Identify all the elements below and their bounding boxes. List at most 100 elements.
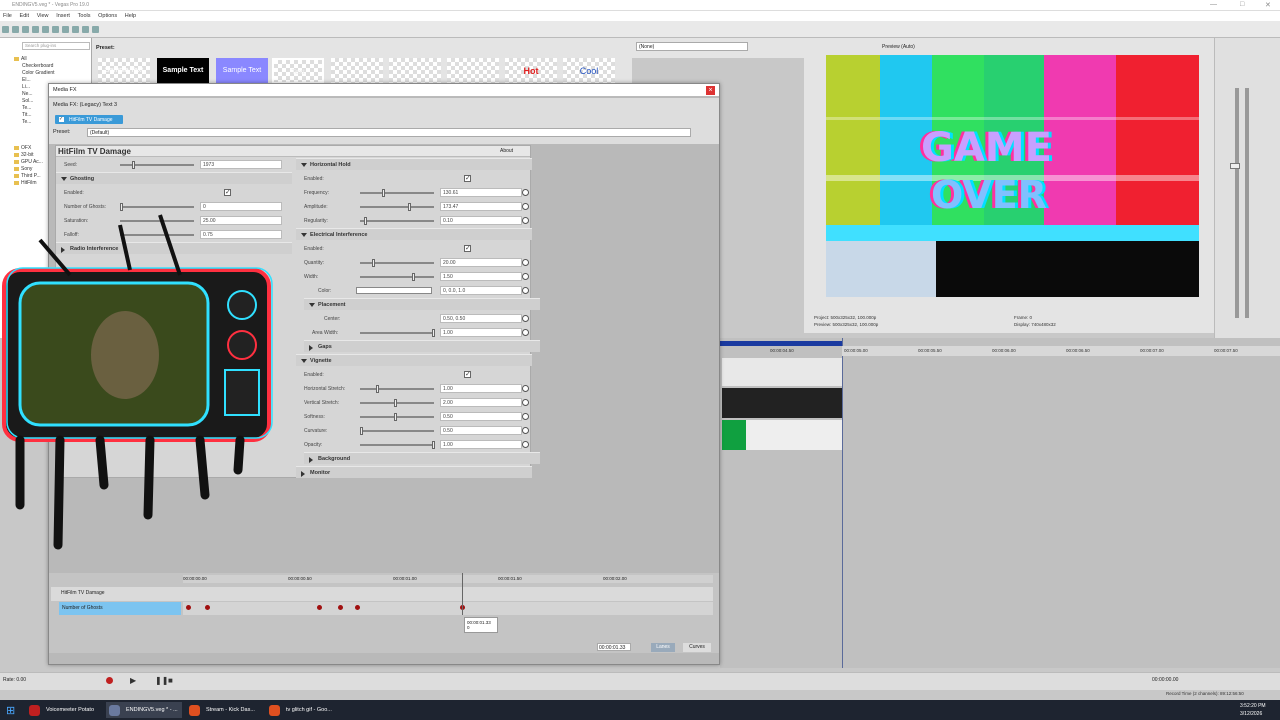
tree-item[interactable]: Ne...	[22, 91, 33, 97]
clip[interactable]	[722, 420, 746, 450]
keyframe-clock-icon[interactable]	[522, 217, 529, 224]
windows-start-icon[interactable]: ⊞	[6, 704, 15, 717]
keyframe-clock-icon[interactable]	[522, 427, 529, 434]
keyframe-clock-icon[interactable]	[522, 203, 529, 210]
preview-quality[interactable]: Preview (Auto)	[882, 44, 915, 50]
play-icon[interactable]: ▶	[130, 676, 136, 685]
vignette-enabled-checkbox[interactable]: ✓	[464, 371, 471, 378]
keyframe-clock-icon[interactable]	[522, 329, 529, 336]
tree-item[interactable]: Tit...	[22, 112, 32, 118]
hstretch-field[interactable]: 1.00	[440, 384, 522, 393]
quantity-field[interactable]: 20.00	[440, 258, 522, 267]
opacity-slider[interactable]	[432, 441, 435, 449]
paste-icon[interactable]	[72, 26, 79, 33]
section-background[interactable]: Background	[304, 452, 540, 464]
menu-tools[interactable]: Tools	[78, 13, 91, 19]
cut-icon[interactable]	[52, 26, 59, 33]
lanes-button[interactable]: Lanes	[651, 643, 675, 652]
undo-icon[interactable]	[82, 26, 89, 33]
section-electrical-interference[interactable]: Electrical Interference	[296, 228, 532, 240]
curvature-field[interactable]: 0.50	[440, 426, 522, 435]
master-fader[interactable]	[1230, 163, 1240, 169]
tree-item[interactable]: El...	[22, 77, 31, 83]
record-icon[interactable]	[106, 677, 113, 684]
frequency-field[interactable]: 130.61	[440, 188, 522, 197]
amplitude-field[interactable]: 173.47	[440, 202, 522, 211]
keyframe-marker[interactable]	[186, 605, 191, 610]
section-ghosting[interactable]: Ghosting	[56, 172, 292, 184]
hhold-enabled-checkbox[interactable]: ✓	[464, 175, 471, 182]
section-monitor[interactable]: Monitor	[296, 466, 532, 478]
tree-item[interactable]: Sol...	[22, 98, 33, 104]
tree-item[interactable]: Te...	[22, 105, 31, 111]
keyframe-marker[interactable]	[355, 605, 360, 610]
curves-button[interactable]: Curves	[683, 643, 711, 652]
maximize-icon[interactable]: □	[1240, 1, 1244, 8]
keyframe-clock-icon[interactable]	[522, 287, 529, 294]
tree-item[interactable]: All	[14, 56, 27, 62]
softness-field[interactable]: 0.50	[440, 412, 522, 421]
playhead[interactable]	[842, 338, 843, 668]
minimize-icon[interactable]: —	[1210, 1, 1217, 8]
tree-folder[interactable]: Third P...	[14, 173, 41, 179]
menu-view[interactable]: View	[37, 13, 49, 19]
menu-help[interactable]: Help	[125, 13, 136, 19]
clip[interactable]	[722, 358, 842, 386]
kf-time-field[interactable]: 00:00:01.33	[597, 643, 631, 651]
copy-icon[interactable]	[62, 26, 69, 33]
pause-icon[interactable]: ❚❚	[155, 676, 168, 685]
tree-item[interactable]: Li...	[22, 84, 30, 90]
stop-icon[interactable]: ■	[168, 676, 173, 685]
regularity-field[interactable]: 0.10	[440, 216, 522, 225]
clip[interactable]	[722, 388, 842, 418]
tree-item[interactable]: Te...	[22, 119, 31, 125]
width-slider[interactable]	[412, 273, 415, 281]
tree-folder[interactable]: HitFilm	[14, 180, 37, 186]
render-icon[interactable]	[32, 26, 39, 33]
center-field[interactable]: 0.50, 0.50	[440, 314, 522, 323]
fx-chain-item[interactable]: HitFilm TV Damage	[55, 115, 123, 124]
taskbar-voicemeeter[interactable]: Voicemeeter Potato	[26, 702, 100, 718]
section-horizontal-hold[interactable]: Horizontal Hold	[296, 158, 532, 170]
tree-folder[interactable]: GPU Ac...	[14, 159, 43, 165]
seed-field[interactable]: 1973	[200, 160, 282, 169]
seed-slider[interactable]	[132, 161, 135, 169]
keyframe-marker[interactable]	[317, 605, 322, 610]
preset-thumb[interactable]: Hot	[505, 58, 557, 84]
about-button[interactable]: About	[500, 148, 513, 154]
preset-thumb[interactable]: Sample Text	[157, 58, 209, 84]
fx-enabled-checkbox[interactable]: ✓	[59, 117, 64, 122]
tree-item[interactable]: Checkerboard	[22, 63, 53, 69]
menu-edit[interactable]: Edit	[20, 13, 29, 19]
keyframe-marker[interactable]	[205, 605, 210, 610]
color-field[interactable]: 0, 0.0, 1.0	[440, 286, 522, 295]
menu-file[interactable]: File	[3, 13, 12, 19]
width-field[interactable]: 1.50	[440, 272, 522, 281]
preset-thumb[interactable]: Cool	[563, 58, 615, 84]
tree-folder[interactable]: 32-bit	[14, 152, 34, 158]
elec-enabled-checkbox[interactable]: ✓	[464, 245, 471, 252]
redo-icon[interactable]	[92, 26, 99, 33]
amplitude-slider[interactable]	[408, 203, 411, 211]
section-gaps[interactable]: Gaps	[304, 340, 540, 352]
kf-param-number-of-ghosts[interactable]: Number of Ghosts	[59, 602, 181, 615]
quantity-slider[interactable]	[372, 259, 375, 267]
close-button[interactable]: ×	[706, 86, 715, 95]
preset-select[interactable]: (None)	[636, 42, 748, 51]
new-icon[interactable]	[2, 26, 9, 33]
preset-thumb[interactable]: Sample Text	[216, 58, 268, 84]
menu-options[interactable]: Options	[98, 13, 117, 19]
ghosting-enabled-checkbox[interactable]: ✓	[224, 189, 231, 196]
preset-thumb[interactable]	[447, 58, 499, 84]
section-vignette[interactable]: Vignette	[296, 354, 532, 366]
menu-insert[interactable]: Insert	[56, 13, 70, 19]
close-icon[interactable]: ✕	[1265, 1, 1271, 9]
preset-thumb[interactable]: Sample Text	[98, 58, 150, 84]
keyframe-clock-icon[interactable]	[522, 259, 529, 266]
frequency-slider[interactable]	[382, 189, 385, 197]
keyframe-clock-icon[interactable]	[522, 189, 529, 196]
kf-cursor[interactable]	[462, 573, 463, 615]
keyframe-clock-icon[interactable]	[522, 413, 529, 420]
tree-folder[interactable]: Sony	[14, 166, 32, 172]
preset-thumb[interactable]	[331, 58, 383, 84]
